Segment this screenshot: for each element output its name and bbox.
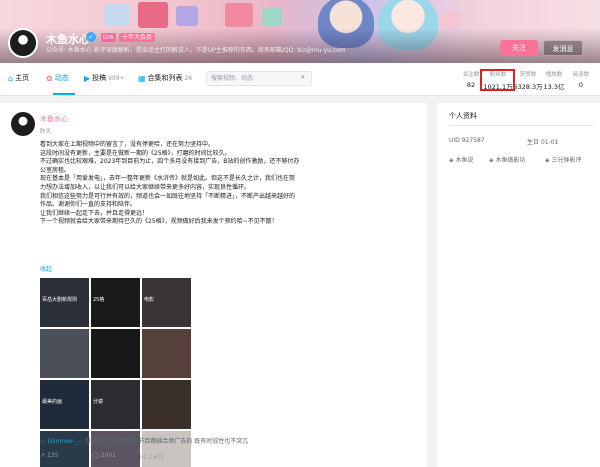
image-thumbnail[interactable]: 电影: [142, 278, 191, 327]
vip-badge: 十年大会员: [119, 33, 156, 42]
search-icon[interactable]: ⌕: [301, 73, 305, 82]
birthday-row: 生日 01-01: [527, 139, 559, 146]
comment-bubble-icon: ◯: [92, 452, 101, 459]
active-tab-indicator: [53, 93, 75, 95]
tab-label: 动态: [54, 74, 69, 82]
uid-value[interactable]: 927587: [462, 137, 485, 144]
tag-item[interactable]: ◈ 三分钟影评: [545, 155, 582, 164]
comment-icon: ▭: [40, 438, 48, 445]
image-thumbnail[interactable]: [40, 329, 89, 378]
dynamic-icon: ✿: [46, 73, 53, 83]
thumbnail-caption: 最美的画: [42, 399, 63, 405]
gift-box-decoration: [104, 4, 130, 26]
post-paragraph: 这段时间没有更新，主要是在做新一期的《25格》，打磨的时间比较久。: [40, 149, 231, 157]
message-button[interactable]: 发消息: [543, 40, 583, 56]
gift-box-decoration: [176, 6, 198, 26]
tab-count: 999+: [108, 74, 125, 82]
profile-info-panel: 个人资料 UID 927587 生日 01-01 ◈ 木鱼说 ◈ 木鱼做影坊 ◈…: [437, 103, 600, 467]
tab-label: 主页: [15, 74, 30, 82]
tab-count: 26: [184, 74, 193, 82]
thumbnail-caption: 电影: [144, 297, 155, 303]
tag-item[interactable]: ◈ 木鱼做影坊: [489, 155, 526, 164]
post-paragraph: 现在基本是「用爱发电」，去年一整年更新《水浒传》就是如此。但这不是长久之计，我们…: [40, 175, 296, 191]
video-icon: ▶: [84, 73, 91, 83]
verified-icon: ✓: [86, 32, 96, 42]
forward-button[interactable]: ↗ 135: [40, 452, 58, 459]
image-thumbnail[interactable]: [91, 329, 140, 378]
thumbs-up-icon: 👍︎: [140, 454, 149, 461]
tab-label: 投稿: [92, 74, 107, 82]
gift-box-decoration: [225, 3, 253, 27]
dynamic-post-card: 木鱼水心 昨天 看到大家在上期视频中的留言了，没有停更哈，还在努力坚持中。 这段…: [0, 103, 427, 467]
stat-plays: 播放数 13.3亿: [543, 72, 565, 91]
thumbnail-caption: 分镜: [93, 399, 104, 405]
gift-box-decoration: [262, 8, 282, 26]
like-button[interactable]: 👍︎ 2.6万: [140, 452, 164, 461]
image-thumbnail[interactable]: 最美的画: [40, 380, 89, 429]
tag-item[interactable]: ◈ 木鱼说: [449, 155, 474, 164]
post-paragraph: 我们相信这些努力是可行并有效的，频道也会一如既往地坚持「不断精进」，不断产出越来…: [40, 192, 296, 209]
comment-text: 想把非凡懂视频那个节目都插合频广告的 既有时效性也不突兀: [84, 438, 249, 445]
top-comment[interactable]: ▭ Glimmer-_-: 想把非凡懂视频那个节目都插合频广告的 既有时效性也不…: [40, 436, 248, 445]
tab-dynamic[interactable]: ✿ 动态: [46, 73, 69, 83]
post-paragraph: 下一个视频就会给大家带来期待已久的《25格》，视频做好后我来发个预约哈~不见不散…: [40, 218, 278, 226]
post-paragraph: 看到大家在上期视频中的留言了，没有停更哈，还在努力坚持中。: [40, 141, 215, 148]
teddy-bear-decoration: [440, 10, 462, 30]
collection-icon: ▦: [138, 73, 146, 83]
follow-button[interactable]: 关注: [500, 40, 538, 56]
uid-row: UID 927587: [449, 137, 485, 144]
signature: 公众号: 木鱼水心 影评深度解析，是出品主打的解说人，不是UP主推荐的东西。商务…: [46, 47, 346, 54]
post-body: 看到大家在上期视频中的留言了，没有停更哈，还在努力坚持中。 这段时间没有更新，主…: [40, 141, 300, 227]
tab-home[interactable]: ⌂ 主页: [8, 73, 29, 83]
followers-highlight-box: [480, 69, 515, 91]
image-thumbnail[interactable]: 百岳大剧新规则: [40, 278, 89, 327]
thumbnail-caption: 25格: [93, 297, 105, 303]
gift-box-decoration: [138, 2, 168, 28]
tab-label: 合集和列表: [147, 74, 183, 82]
image-thumbnail[interactable]: [142, 380, 191, 429]
comment-button[interactable]: ◯ 2001: [92, 452, 116, 459]
collapse-link[interactable]: 收起: [40, 264, 52, 273]
comment-user[interactable]: Glimmer-_-:: [48, 438, 83, 445]
panel-title: 个人资料: [449, 112, 477, 120]
post-author[interactable]: 木鱼水心: [40, 114, 68, 124]
image-thumbnail[interactable]: [142, 329, 191, 378]
tab-collections[interactable]: ▦ 合集和列表 26: [138, 73, 192, 83]
post-paragraph: 不过确实也比较艰难，2023年到目前为止，四个多月没有接到广告，B站的创作激励，…: [40, 158, 300, 174]
divider: [449, 125, 593, 126]
search-input[interactable]: 搜索视频、动态: [206, 71, 312, 86]
image-thumbnail[interactable]: 分镜: [91, 380, 140, 429]
avatar[interactable]: [8, 28, 38, 58]
image-thumbnail[interactable]: 25格: [91, 278, 140, 327]
post-avatar[interactable]: [11, 112, 35, 136]
stat-reads: 阅读数 0: [572, 72, 590, 89]
tab-videos[interactable]: ▶ 投稿 999+: [84, 73, 125, 83]
level-badge: LV6: [101, 33, 116, 42]
home-icon: ⌂: [8, 73, 14, 83]
forward-icon: ↗: [40, 452, 47, 459]
thumbnail-caption: 百岳大剧新规则: [42, 297, 78, 303]
post-time: 昨天: [40, 129, 52, 135]
